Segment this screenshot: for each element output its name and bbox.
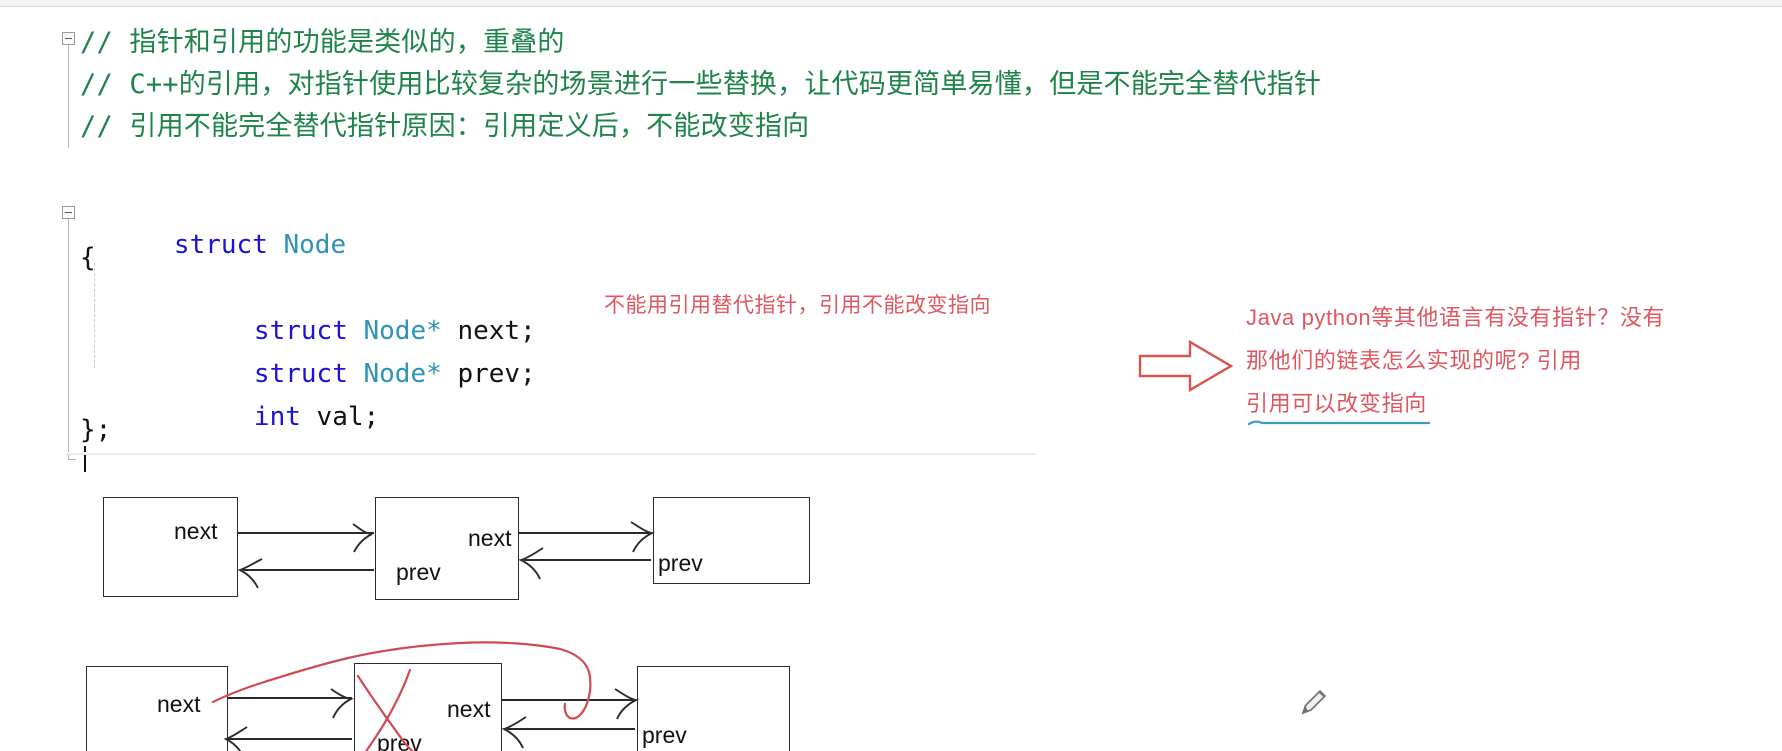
blue-underline-stroke [1248, 420, 1430, 426]
code-line-close-brace: }; [80, 415, 112, 445]
member-name-prev: prev; [457, 359, 536, 389]
row2-label-next-1: next [157, 691, 201, 717]
code-editor-surface[interactable]: // 指针和引用的功能是类似的，重叠的 // C++的引用，对指针使用比较复杂的… [0, 8, 1782, 751]
row1-label-prev-3: prev [658, 550, 703, 576]
code-line-struct-decl: struct Node [80, 200, 346, 290]
outline-collapse-toggle-struct[interactable] [62, 206, 75, 219]
code-section-separator [66, 452, 1036, 455]
type-node: Node [283, 230, 347, 260]
keyword-int: int [253, 402, 301, 432]
text-caret [84, 446, 86, 472]
code-comment-line-3: // 引用不能完全替代指针原因：引用定义后，不能改变指向 [80, 111, 810, 142]
window-top-strip [0, 0, 1782, 7]
code-line-member-val: int val; [160, 372, 379, 462]
row1-node-box-1 [103, 497, 238, 597]
code-comment-line-2: // C++的引用，对指针使用比较复杂的场景进行一些替换，让代码更简单易懂，但是… [80, 69, 1322, 100]
outline-collapse-toggle-comments[interactable] [62, 32, 75, 45]
code-comment-line-1: // 指针和引用的功能是类似的，重叠的 [80, 27, 565, 58]
pencil-cursor-icon [1301, 689, 1327, 715]
annotation-right-line-2: 那他们的链表怎么实现的呢? 引用 [1246, 348, 1582, 373]
keyword-struct: struct [173, 230, 268, 260]
member-name-val: val; [316, 402, 380, 432]
outline-guide-line-struct [68, 219, 76, 460]
row1-label-next-1: next [174, 518, 218, 544]
code-line-open-brace: { [80, 243, 96, 273]
row1-label-prev-2: prev [396, 559, 441, 585]
row2-label-prev-2: prev [377, 730, 422, 751]
annotation-right-line-1: Java python等其他语言有没有指针？没有 [1246, 305, 1666, 330]
row2-label-next-2: next [447, 696, 491, 722]
right-arrow-icon [1138, 339, 1234, 393]
annotation-right-line-3: 引用可以改变指向 [1246, 391, 1427, 416]
row2-label-prev-3: prev [642, 722, 687, 748]
row1-label-next-2: next [468, 525, 512, 551]
screen-root: // 指针和引用的功能是类似的，重叠的 // C++的引用，对指针使用比较复杂的… [0, 0, 1782, 751]
outline-guide-line-comments [68, 45, 69, 148]
annotation-inline-note: 不能用引用替代指针，引用不能改变指向 [604, 294, 991, 317]
